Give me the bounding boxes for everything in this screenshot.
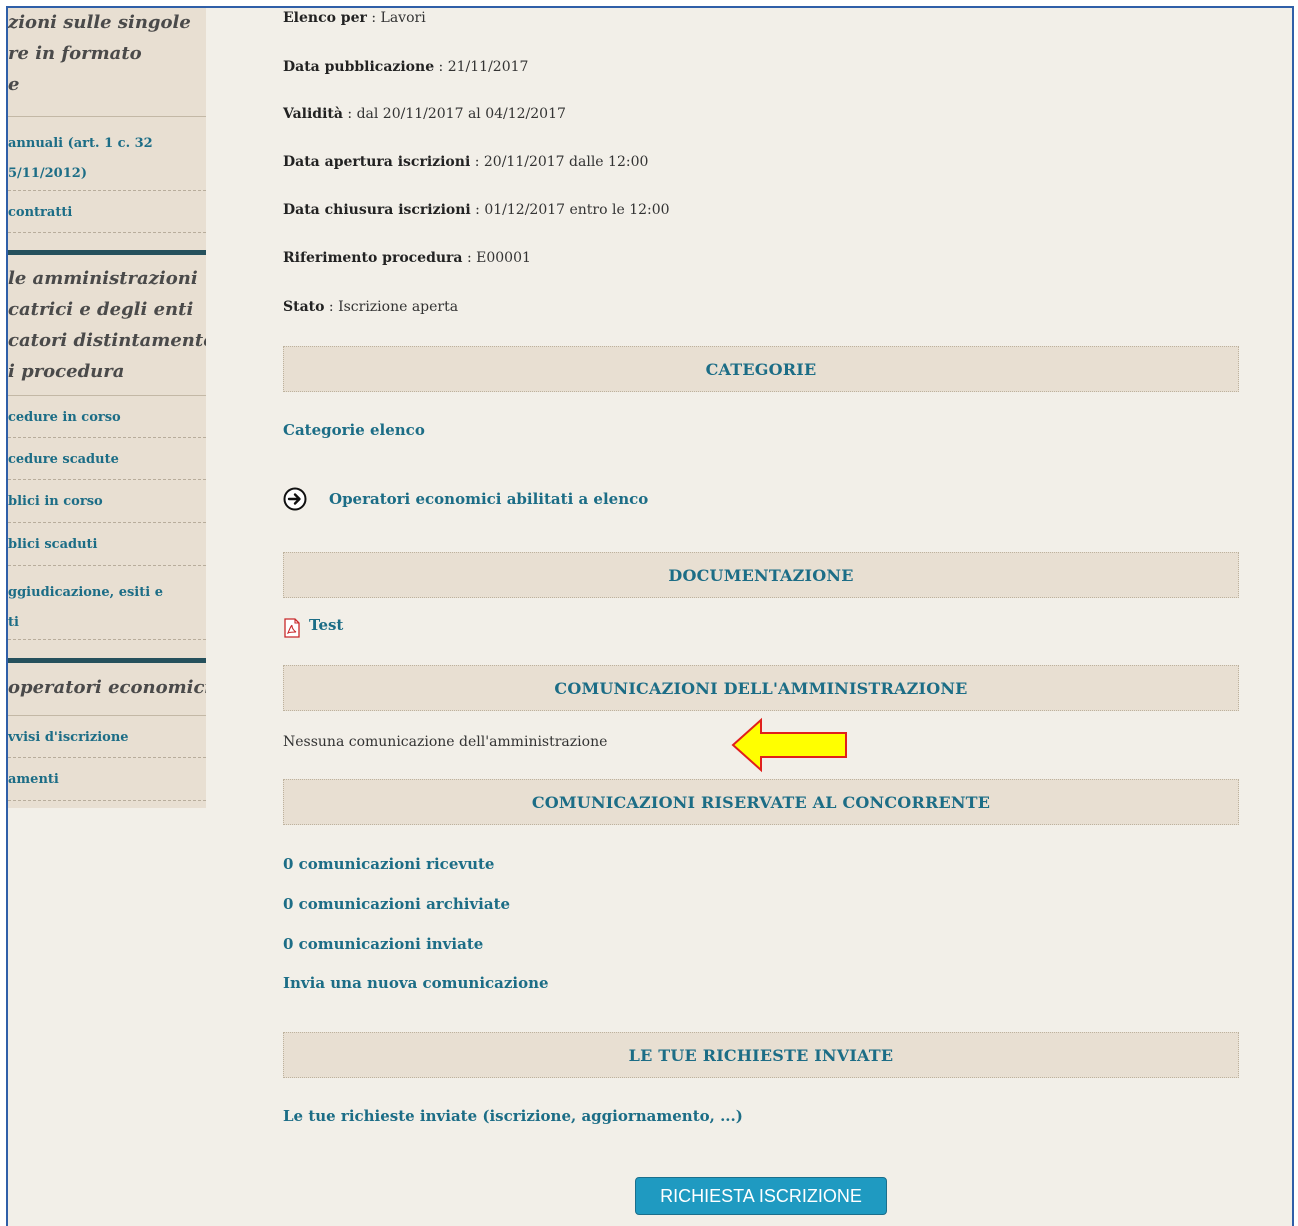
invia-nuova-comunicazione-link[interactable]: Invia una nuova comunicazione — [283, 974, 549, 992]
field-label: Elenco per — [283, 10, 367, 26]
field-elenco-per: Elenco per : Lavori — [283, 10, 426, 26]
field-label: Riferimento procedura — [283, 250, 463, 266]
section-header-richieste-inviate: LE TUE RICHIESTE INVIATE — [283, 1032, 1239, 1078]
field-value: Iscrizione aperta — [338, 299, 459, 315]
field-label: Validità — [283, 106, 343, 122]
sidebar-item-label: vvisi d'iscrizione — [8, 730, 129, 745]
section-header-categorie: CATEGORIE — [283, 346, 1239, 392]
sidebar-item-annuali[interactable]: annuali (art. 1 c. 32 5/11/2012) — [8, 117, 206, 191]
sidebar-heading-line: operatori economici — [8, 677, 206, 698]
richiesta-iscrizione-button[interactable]: RICHIESTA ISCRIZIONE — [635, 1177, 887, 1215]
section-header-comunicazioni-riservate: COMUNICAZIONI RISERVATE AL CONCORRENTE — [283, 779, 1239, 825]
sidebar-item-procedure-in-corso[interactable]: cedure in corso — [8, 396, 206, 438]
field-data-pubblicazione: Data pubblicazione : 21/11/2017 — [283, 59, 529, 75]
section-header-comunicazioni-amministrazione: COMUNICAZIONI DELL'AMMINISTRAZIONE — [283, 665, 1239, 711]
sidebar-heading-line: re in formato — [8, 43, 142, 64]
field-label: Data apertura iscrizioni — [283, 154, 471, 170]
sidebar-item-label: cedure in corso — [8, 410, 121, 425]
field-label: Data chiusura iscrizioni — [283, 202, 471, 218]
field-label: Data pubblicazione — [283, 59, 435, 75]
sidebar-item-avvisi-scaduti[interactable]: blici scaduti — [8, 523, 206, 566]
field-validita: Validità : dal 20/11/2017 al 04/12/2017 — [283, 106, 566, 122]
documento-test-link[interactable]: Test — [309, 616, 343, 634]
field-value: 01/12/2017 entro le 12:00 — [484, 202, 670, 218]
field-data-apertura: Data apertura iscrizioni : 20/11/2017 da… — [283, 154, 649, 170]
sidebar-item-aggiudicazione[interactable]: ggiudicazione, esiti e ti — [8, 566, 206, 640]
field-value: E00001 — [476, 250, 531, 266]
field-value: dal 20/11/2017 al 04/12/2017 — [356, 106, 566, 122]
sidebar-heading-line: le amministrazioni — [8, 268, 198, 289]
sidebar-heading-line: catori distintamente — [8, 330, 206, 351]
comunicazioni-inviate-link[interactable]: 0 comunicazioni inviate — [283, 935, 483, 953]
field-label: Stato — [283, 299, 325, 315]
arrow-right-circle-icon[interactable] — [283, 487, 307, 511]
sidebar-item-avvisi-in-corso[interactable]: blici in corso — [8, 480, 206, 523]
field-value: Lavori — [380, 10, 426, 26]
sidebar-item-procedure-scadute[interactable]: cedure scadute — [8, 438, 206, 480]
sidebar: zioni sulle singole re in formato e annu… — [8, 8, 206, 808]
section-header-documentazione: DOCUMENTAZIONE — [283, 552, 1239, 598]
sidebar-heading-line: i procedura — [8, 361, 125, 382]
categorie-elenco-link[interactable]: Categorie elenco — [283, 421, 425, 439]
pdf-file-icon[interactable] — [283, 618, 301, 638]
nessuna-comunicazione-text: Nessuna comunicazione dell'amministrazio… — [283, 734, 608, 750]
sidebar-item-label: blici in corso — [8, 494, 103, 509]
sidebar-item-label: cedure scadute — [8, 452, 119, 467]
sidebar-item-regolamenti[interactable]: amenti — [8, 758, 206, 801]
comunicazioni-ricevute-link[interactable]: 0 comunicazioni ricevute — [283, 855, 494, 873]
field-riferimento: Riferimento procedura : E00001 — [283, 250, 531, 266]
field-data-chiusura: Data chiusura iscrizioni : 01/12/2017 en… — [283, 202, 670, 218]
sidebar-item-avvisi-iscrizione[interactable]: vvisi d'iscrizione — [8, 716, 206, 758]
sidebar-heading-operatori: operatori economici — [8, 663, 206, 715]
main-content: Elenco per : Lavori Data pubblicazione :… — [283, 8, 1243, 1226]
sidebar-item-label: contratti — [8, 205, 73, 220]
annotation-arrow — [731, 717, 849, 773]
sidebar-heading-line: zioni sulle singole — [8, 12, 191, 33]
richieste-inviate-link[interactable]: Le tue richieste inviate (iscrizione, ag… — [283, 1107, 743, 1125]
sidebar-heading-line: e — [8, 74, 20, 95]
sidebar-item-label: 5/11/2012) — [8, 166, 87, 181]
field-stato: Stato : Iscrizione aperta — [283, 299, 459, 315]
field-value: 20/11/2017 dalle 12:00 — [483, 154, 649, 170]
sidebar-item-label: annuali (art. 1 c. 32 — [8, 136, 153, 151]
field-value: 21/11/2017 — [447, 59, 529, 75]
sidebar-item-label: blici scaduti — [8, 537, 98, 552]
sidebar-heading-amministrazioni: le amministrazioni catrici e degli enti … — [8, 255, 206, 395]
sidebar-item-label: ggiudicazione, esiti e — [8, 585, 163, 600]
page-frame: zioni sulle singole re in formato e annu… — [6, 6, 1294, 1226]
sidebar-item-contratti[interactable]: contratti — [8, 191, 206, 233]
comunicazioni-archiviate-link[interactable]: 0 comunicazioni archiviate — [283, 895, 510, 913]
operatori-abilitati-link[interactable]: Operatori economici abilitati a elenco — [329, 490, 648, 508]
sidebar-heading-info: zioni sulle singole re in formato e — [8, 8, 206, 116]
sidebar-item-label: amenti — [8, 772, 59, 787]
sidebar-heading-line: catrici e degli enti — [8, 299, 194, 320]
sidebar-item-label: ti — [8, 615, 19, 630]
